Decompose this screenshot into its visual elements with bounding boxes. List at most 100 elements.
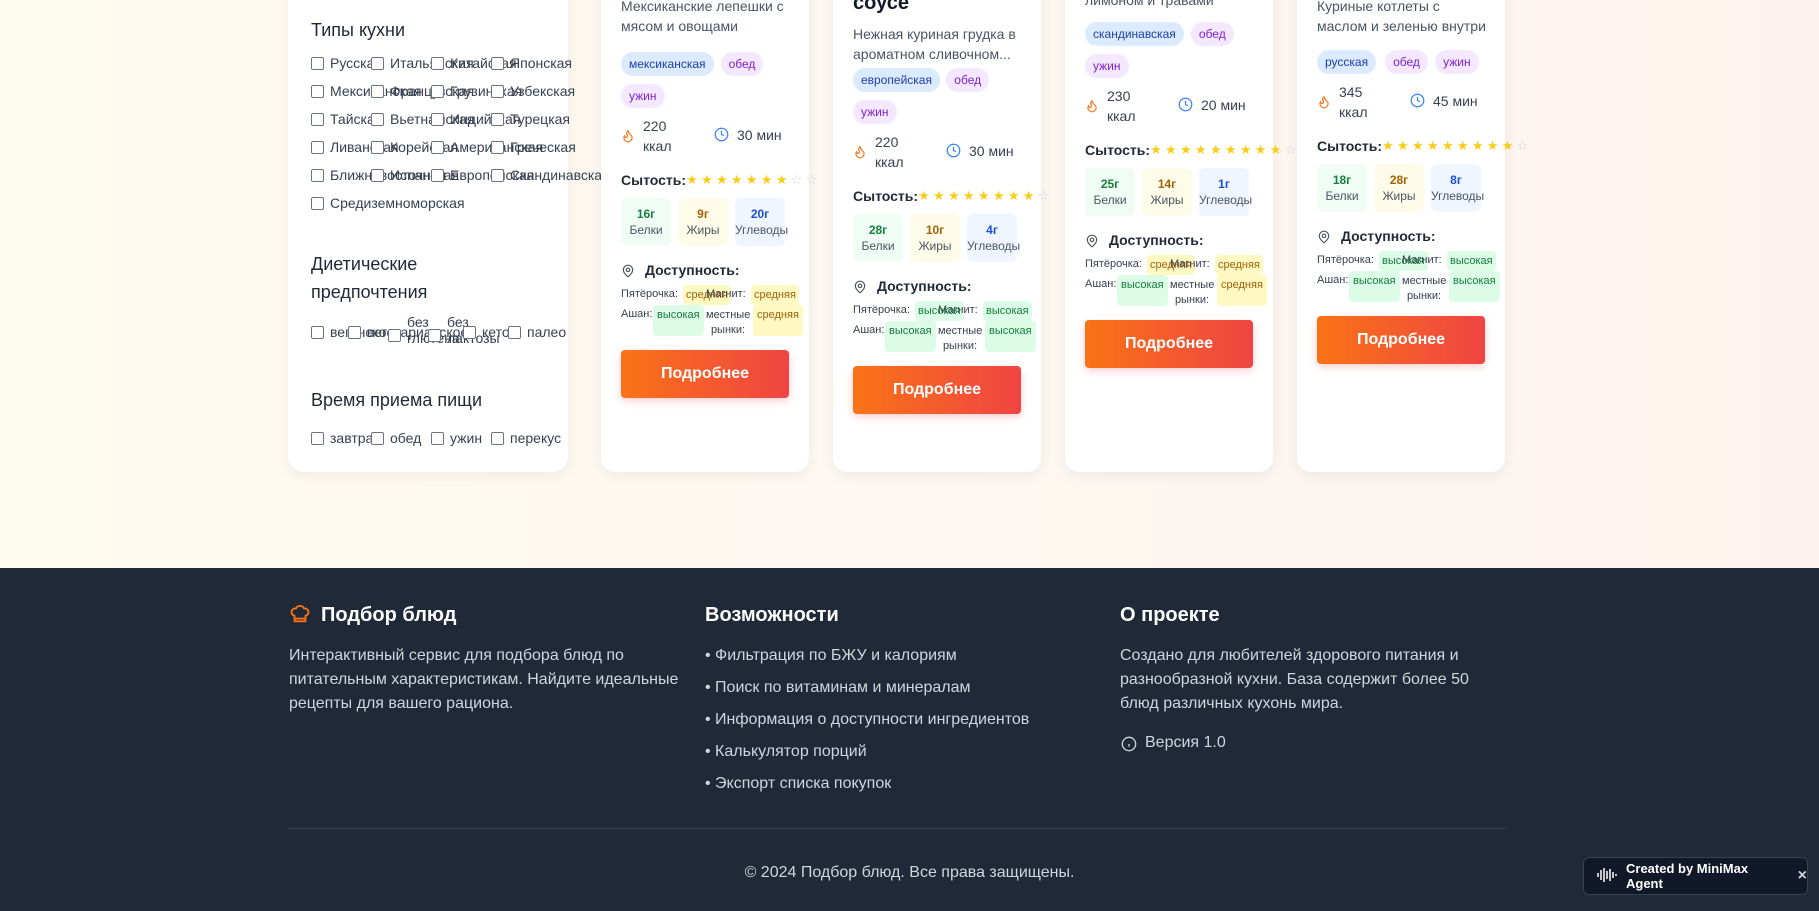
meal-tag: ужин (853, 100, 897, 124)
checkbox-box[interactable] (311, 84, 324, 98)
checkbox-box[interactable] (371, 140, 384, 154)
map-pin-icon (1085, 233, 1099, 254)
footer: Подбор блюд Интерактивный сервис для под… (0, 568, 1819, 911)
cuisine-checkbox[interactable]: Греческая (491, 139, 576, 155)
feature-item: • Поиск по витаминам и минералам (705, 679, 971, 696)
satiety-label: Сытость: (853, 188, 919, 204)
cuisine-tag: русская (1317, 50, 1377, 74)
star-icon: ☆ (1516, 138, 1532, 153)
fat-value: 10г (925, 223, 945, 237)
dish-card: Куриные котлеты с маслом и зеленью внутр… (1297, 0, 1528, 472)
fat-macro: 10г Жиры (910, 214, 960, 262)
store-magnit: Магнит: (1170, 258, 1210, 270)
store-ashan: Ашан: (1085, 278, 1117, 290)
cuisine-checkbox[interactable]: Скандинавская (491, 167, 610, 183)
star-icon: ★ (730, 172, 746, 187)
checkbox-box[interactable] (508, 325, 521, 339)
checkbox-box[interactable] (491, 112, 504, 126)
diet-label: кето (482, 324, 510, 340)
checkbox-box[interactable] (431, 56, 444, 70)
checkbox-box[interactable] (431, 140, 444, 154)
checkbox-box[interactable] (491, 168, 504, 182)
cuisine-tag: мексиканская (621, 52, 714, 76)
diet-checkbox[interactable]: кето (463, 324, 510, 340)
carbs-label: Углеводы (967, 239, 1021, 253)
star-icon: ★ (1486, 138, 1502, 153)
availability-level: высокая (1449, 271, 1500, 302)
checkbox-box[interactable] (311, 112, 324, 126)
checkbox-box[interactable] (311, 140, 324, 154)
details-button[interactable]: Подробнее (621, 350, 789, 398)
checkbox-box[interactable] (371, 112, 384, 126)
details-button[interactable]: Подробнее (1317, 316, 1485, 364)
protein-label: Белки (1093, 193, 1127, 207)
meal-checkbox[interactable]: обед (371, 430, 421, 446)
satiety-label: Сытость: (1085, 142, 1151, 158)
availability-level: средняя (753, 305, 803, 336)
checkbox-box[interactable] (371, 168, 384, 182)
checkbox-box[interactable] (463, 325, 476, 339)
checkbox-box[interactable] (371, 431, 384, 445)
protein-value: 16г (636, 207, 656, 221)
checkbox-box[interactable] (348, 325, 361, 339)
feature-item: • Экспорт списка покупок (705, 775, 892, 792)
flame-icon (1317, 94, 1331, 115)
availability-level: высокая (1447, 251, 1496, 271)
availability-title: Доступность: (1109, 232, 1204, 248)
calories: 345 ккал (1339, 84, 1368, 120)
checkbox-box[interactable] (491, 84, 504, 98)
diet-filter-title: Диетические предпочтения (311, 254, 428, 302)
meal-checkbox[interactable]: ужин (431, 430, 482, 446)
store-pyaterochka: Пятёрочка: (1085, 258, 1142, 270)
star-icon: ★ (947, 188, 963, 203)
checkbox-box[interactable] (311, 56, 324, 70)
clock-icon (1178, 97, 1193, 117)
meal-checkbox[interactable]: завтрак (311, 430, 379, 446)
checkbox-box[interactable] (371, 56, 384, 70)
waveform-icon (1596, 866, 1618, 887)
availability-level: средняя (1215, 255, 1263, 275)
checkbox-box[interactable] (431, 84, 444, 98)
carbs-label: Углеводы (1199, 193, 1253, 207)
protein-label: Белки (629, 223, 663, 237)
checkbox-box[interactable] (428, 328, 441, 342)
availability-level: средняя (1217, 275, 1267, 306)
carbs-macro: 4г Углеводы (967, 214, 1021, 262)
checkbox-box[interactable] (311, 325, 324, 339)
star-icon: ★ (1456, 138, 1472, 153)
checkbox-box[interactable] (491, 140, 504, 154)
star-icon: ☆ (1037, 188, 1053, 203)
checkbox-box[interactable] (311, 196, 324, 210)
star-icon: ★ (1501, 138, 1517, 153)
fat-macro: 9г Жиры (678, 198, 728, 246)
cuisine-checkbox[interactable]: Турецкая (491, 111, 570, 127)
dish-description: лимоном и травами (1085, 0, 1214, 8)
store-magnit: Магнит: (706, 288, 746, 300)
checkbox-box[interactable] (431, 431, 444, 445)
checkbox-box[interactable] (491, 431, 504, 445)
cuisine-checkbox[interactable]: Средиземноморская (311, 195, 465, 211)
cuisine-checkbox[interactable]: Японская (491, 55, 572, 71)
checkbox-box[interactable] (431, 112, 444, 126)
checkbox-box[interactable] (431, 168, 444, 182)
checkbox-box[interactable] (388, 328, 401, 342)
meal-tag: обед (1190, 22, 1234, 46)
checkbox-box[interactable] (311, 168, 324, 182)
star-icon: ★ (1179, 142, 1195, 157)
details-button[interactable]: Подробнее (1085, 320, 1253, 368)
checkbox-box[interactable] (491, 56, 504, 70)
carbs-value: 20г (750, 207, 770, 221)
clock-icon (1410, 93, 1425, 113)
checkbox-box[interactable] (371, 84, 384, 98)
meal-checkbox[interactable]: перекус (491, 430, 561, 446)
badge-close-button[interactable]: × (1798, 867, 1807, 885)
diet-checkbox[interactable]: палео (508, 324, 566, 340)
availability-level: высокая (985, 321, 1036, 352)
details-button[interactable]: Подробнее (853, 366, 1021, 414)
checkbox-box[interactable] (311, 431, 324, 445)
satiety-rating: ★★★★★★★☆☆ (686, 172, 821, 188)
fat-value: 14г (1157, 177, 1177, 191)
cuisine-checkbox[interactable]: Узбекская (491, 83, 575, 99)
minimax-badge[interactable]: Created by MiniMax Agent × (1583, 857, 1808, 895)
star-icon: ★ (918, 188, 933, 203)
